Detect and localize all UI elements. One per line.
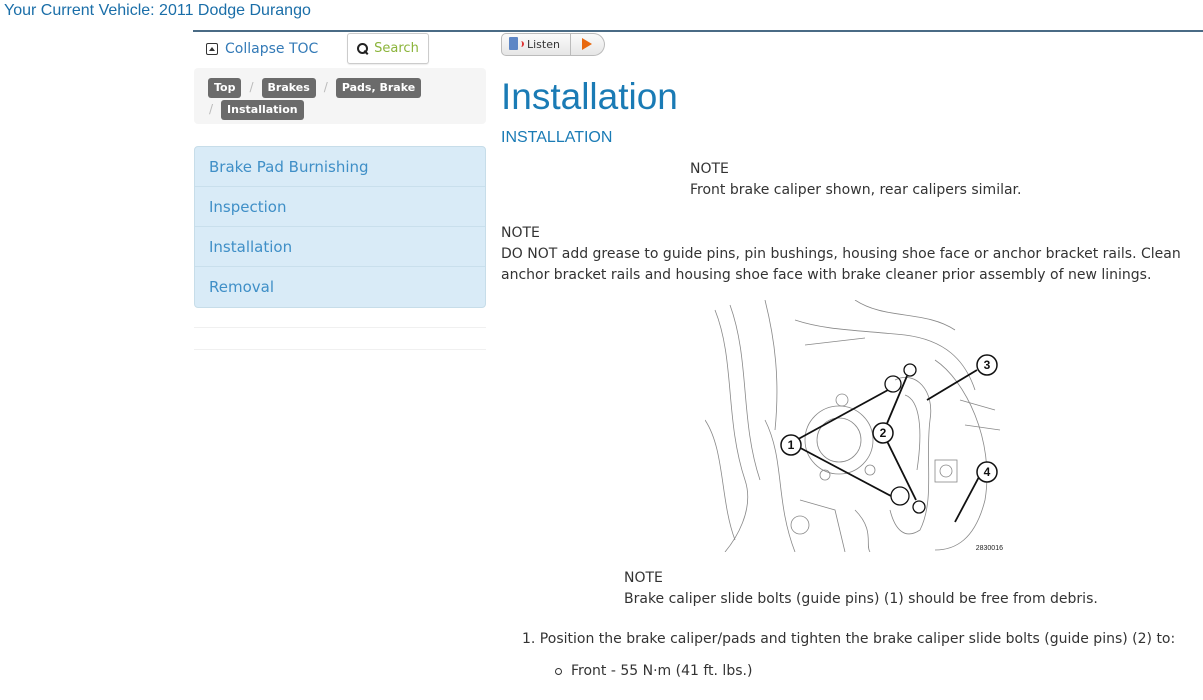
breadcrumb: Top / Brakes / Pads, Brake / Installation [194,68,486,124]
procedure-steps: 1. Position the brake caliper/pads and t… [522,629,1191,682]
collapse-icon [206,43,218,55]
callout-2-label: 2 [880,426,887,440]
search-icon [357,43,369,54]
listen-button[interactable]: Listen [501,32,571,56]
main-content: Listen Installation INSTALLATION NOTE Fr… [501,32,1191,682]
note-heading: NOTE [501,225,540,241]
play-button[interactable] [570,32,605,56]
toc-divider [194,308,486,328]
note-text: Front brake caliper shown, rear calipers… [690,182,1022,198]
breadcrumb-separator: / [323,80,328,94]
toc-item-installation[interactable]: Installation [195,227,485,267]
callout-4-label: 4 [984,465,991,479]
breadcrumb-item-pads-brake[interactable]: Pads, Brake [335,78,422,98]
current-vehicle-title: Your Current Vehicle: 2011 Dodge Durango [4,2,311,19]
breadcrumb-item-brakes[interactable]: Brakes [261,78,316,98]
breadcrumb-item-top[interactable]: Top [208,78,242,98]
toc-item-inspection[interactable]: Inspection [195,187,485,227]
breadcrumb-item-installation[interactable]: Installation [221,100,304,120]
collapse-toc-label: Collapse TOC [225,41,319,57]
caliper-line-drawing: 1 2 3 4 [704,299,1001,553]
toc-toolbar: Collapse TOC Search [194,33,486,67]
play-icon [582,38,593,50]
callout-1-label: 1 [788,438,795,452]
breadcrumb-separator: / [209,102,214,116]
substep-text: Front - 55 N·m (41 ft. lbs.) [571,663,753,679]
search-label: Search [374,41,419,56]
note-text: Brake caliper slide bolts (guide pins) (… [624,591,1098,607]
sidebar: Collapse TOC Search Top / Brakes / Pads, Bra… [194,33,486,350]
note-text: DO NOT add grease to guide pins, pin bus… [501,246,1181,283]
substep-front-torque: Front - 55 N·m (41 ft. lbs.) [555,661,1191,682]
speaker-icon [509,37,524,51]
toc-list: Brake Pad Burnishing Inspection Installa… [194,146,486,308]
listen-toolbar: Listen [501,32,1191,56]
brake-caliper-illustration: 1 2 3 4 2830016 [704,299,1003,553]
step-1: 1. Position the brake caliper/pads and t… [522,631,1176,647]
section-title: INSTALLATION [501,129,613,146]
toc-item-brake-pad-burnishing[interactable]: Brake Pad Burnishing [195,147,485,187]
search-button[interactable]: Search [347,33,429,64]
breadcrumb-separator: / [249,80,254,94]
listen-label: Listen [527,37,560,51]
note-heading: NOTE [624,570,663,586]
note-heading: NOTE [690,161,729,177]
toc-item-removal[interactable]: Removal [195,267,485,307]
step-1-substeps: Front - 55 N·m (41 ft. lbs.) [555,661,1191,682]
note-no-grease: NOTE DO NOT add grease to guide pins, pi… [501,223,1191,286]
note-caliper-shown: NOTE Front brake caliper shown, rear cal… [690,159,1191,201]
collapse-toc-button[interactable]: Collapse TOC [206,41,318,57]
note-slide-bolts: NOTE Brake caliper slide bolts (guide pi… [624,568,1191,610]
figure-id-label: 2830016 [975,545,1003,552]
toc-divider [194,328,486,350]
circle-bullet-icon [555,668,562,675]
callout-3-label: 3 [984,358,991,372]
page-title: Installation [501,76,678,117]
